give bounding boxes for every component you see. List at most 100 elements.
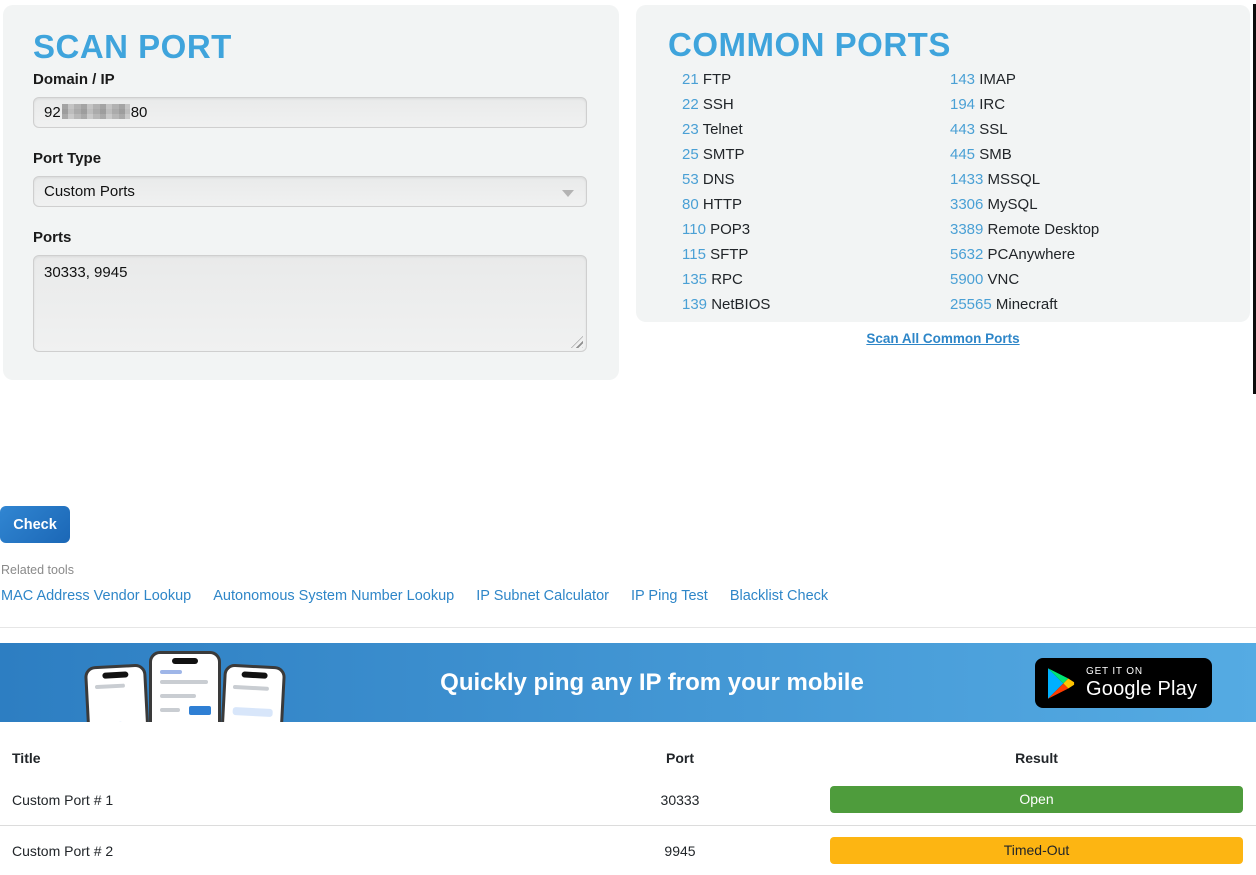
phone-mockup xyxy=(149,651,221,722)
common-ports-list: 21 FTP22 SSH23 Telnet25 SMTP53 DNS80 HTT… xyxy=(668,67,1218,317)
common-port-item[interactable]: 139 NetBIOS xyxy=(682,292,938,317)
port-name: POP3 xyxy=(710,221,750,238)
port-name: IMAP xyxy=(979,71,1016,88)
header-title: Title xyxy=(12,750,41,766)
common-ports-right-column: 143 IMAP194 IRC443 SSL445 SMB1433 MSSQL3… xyxy=(938,67,1099,317)
result-title-cell: Custom Port # 1 xyxy=(12,792,113,808)
related-tool-link[interactable]: IP Ping Test xyxy=(631,588,708,604)
common-port-item[interactable]: 143 IMAP xyxy=(950,67,1099,92)
port-number: 3306 xyxy=(950,196,983,213)
check-button[interactable]: Check xyxy=(0,506,70,543)
port-number: 25565 xyxy=(950,296,992,313)
scan-port-title: SCAN PORT xyxy=(33,25,589,69)
common-port-item[interactable]: 115 SFTP xyxy=(682,242,938,267)
section-divider xyxy=(0,627,1256,628)
phone-notch xyxy=(241,671,267,678)
port-name: SFTP xyxy=(710,246,748,263)
mini-bar-chart xyxy=(97,721,144,722)
table-row: Custom Port # 29945Timed-Out xyxy=(0,825,1256,875)
domain-ip-input[interactable]: 92 80 xyxy=(33,97,587,128)
port-name: VNC xyxy=(988,271,1020,288)
mini-button xyxy=(189,706,211,715)
ports-label: Ports xyxy=(33,229,589,246)
common-port-item[interactable]: 135 RPC xyxy=(682,267,938,292)
common-port-item[interactable]: 80 HTTP xyxy=(682,192,938,217)
common-port-item[interactable]: 23 Telnet xyxy=(682,117,938,142)
related-tool-link[interactable]: Blacklist Check xyxy=(730,588,828,604)
port-name: Remote Desktop xyxy=(988,221,1100,238)
banner-headline: Quickly ping any IP from your mobile xyxy=(300,669,956,697)
domain-ip-value-prefix: 92 xyxy=(44,104,61,121)
port-name: FTP xyxy=(703,71,731,88)
related-tools-links: MAC Address Vendor Lookup Autonomous Syst… xyxy=(1,588,828,604)
app-screenshots-image xyxy=(85,651,295,722)
port-number: 143 xyxy=(950,71,975,88)
common-port-item[interactable]: 3389 Remote Desktop xyxy=(950,217,1099,242)
google-play-get-it-on: GET IT ON xyxy=(1086,666,1197,678)
promo-banner: Quickly ping any IP from your mobile GET… xyxy=(0,643,1256,722)
common-port-item[interactable]: 1433 MSSQL xyxy=(950,167,1099,192)
google-play-badge[interactable]: GET IT ON Google Play xyxy=(1035,658,1212,708)
port-number: 115 xyxy=(682,246,706,263)
domain-ip-value-suffix: 80 xyxy=(131,104,148,121)
table-row: Custom Port # 1 30333 Open xyxy=(0,775,1256,825)
common-ports-left-column: 21 FTP22 SSH23 Telnet25 SMTP53 DNS80 HTT… xyxy=(668,67,938,317)
phone-mockup xyxy=(218,663,286,722)
related-tool-link[interactable]: IP Subnet Calculator xyxy=(476,588,609,604)
port-number: 3389 xyxy=(950,221,983,238)
scan-port-panel: SCAN PORT Domain / IP 92 80 Port Type Cus… xyxy=(3,5,619,380)
common-port-item[interactable]: 25 SMTP xyxy=(682,142,938,167)
common-port-item[interactable]: 22 SSH xyxy=(682,92,938,117)
related-tools-heading: Related tools xyxy=(1,563,74,577)
port-type-select[interactable]: Custom Ports xyxy=(33,176,587,207)
port-number: 445 xyxy=(950,146,975,163)
result-title-cell: Custom Port # 2 xyxy=(12,843,113,859)
resize-handle-icon[interactable] xyxy=(571,336,583,348)
result-status-badge: Open xyxy=(830,786,1243,813)
header-port: Port xyxy=(600,750,760,766)
common-port-item[interactable]: 21 FTP xyxy=(682,67,938,92)
port-number: 194 xyxy=(950,96,975,113)
port-name: HTTP xyxy=(703,196,742,213)
port-name: PCAnywhere xyxy=(988,246,1076,263)
port-name: Telnet xyxy=(703,121,743,138)
result-port-cell: 9945 xyxy=(600,843,760,859)
port-name: SMB xyxy=(979,146,1012,163)
phone-mockup xyxy=(84,663,152,722)
domain-ip-label: Domain / IP xyxy=(33,71,589,88)
common-port-item[interactable]: 443 SSL xyxy=(950,117,1099,142)
port-number: 5632 xyxy=(950,246,983,263)
port-name: Minecraft xyxy=(996,296,1058,313)
phone-notch xyxy=(172,658,198,664)
port-name: RPC xyxy=(711,271,743,288)
port-type-label: Port Type xyxy=(33,150,589,167)
port-name: IRC xyxy=(979,96,1005,113)
common-ports-title: COMMON PORTS xyxy=(668,23,1218,67)
common-port-item[interactable]: 5632 PCAnywhere xyxy=(950,242,1099,267)
scan-all-common-ports-link[interactable]: Scan All Common Ports xyxy=(636,331,1250,346)
common-port-item[interactable]: 25565 Minecraft xyxy=(950,292,1099,317)
common-port-item[interactable]: 110 POP3 xyxy=(682,217,938,242)
port-number: 25 xyxy=(682,146,699,163)
results-table-body: Custom Port # 1 30333 Open Custom Port # 2 9… xyxy=(0,775,1256,875)
port-number: 80 xyxy=(682,196,699,213)
port-name: SSH xyxy=(703,96,734,113)
port-name: NetBIOS xyxy=(711,296,770,313)
related-tool-link[interactable]: Autonomous System Number Lookup xyxy=(213,588,454,604)
result-port-cell: 30333 xyxy=(600,792,760,808)
mini-pill-list xyxy=(231,707,273,722)
google-play-label: Google Play xyxy=(1086,678,1197,700)
common-port-item[interactable]: 53 DNS xyxy=(682,167,938,192)
redacted-ip-segment xyxy=(62,104,130,119)
common-port-item[interactable]: 3306 MySQL xyxy=(950,192,1099,217)
common-port-item[interactable]: 445 SMB xyxy=(950,142,1099,167)
port-number: 443 xyxy=(950,121,975,138)
google-play-icon xyxy=(1048,668,1075,699)
ports-textarea[interactable]: 30333, 9945 xyxy=(33,255,587,352)
common-port-item[interactable]: 194 IRC xyxy=(950,92,1099,117)
port-number: 5900 xyxy=(950,271,983,288)
header-result: Result xyxy=(830,750,1243,766)
common-port-item[interactable]: 5900 VNC xyxy=(950,267,1099,292)
related-tool-link[interactable]: MAC Address Vendor Lookup xyxy=(1,588,191,604)
port-number: 22 xyxy=(682,96,699,113)
